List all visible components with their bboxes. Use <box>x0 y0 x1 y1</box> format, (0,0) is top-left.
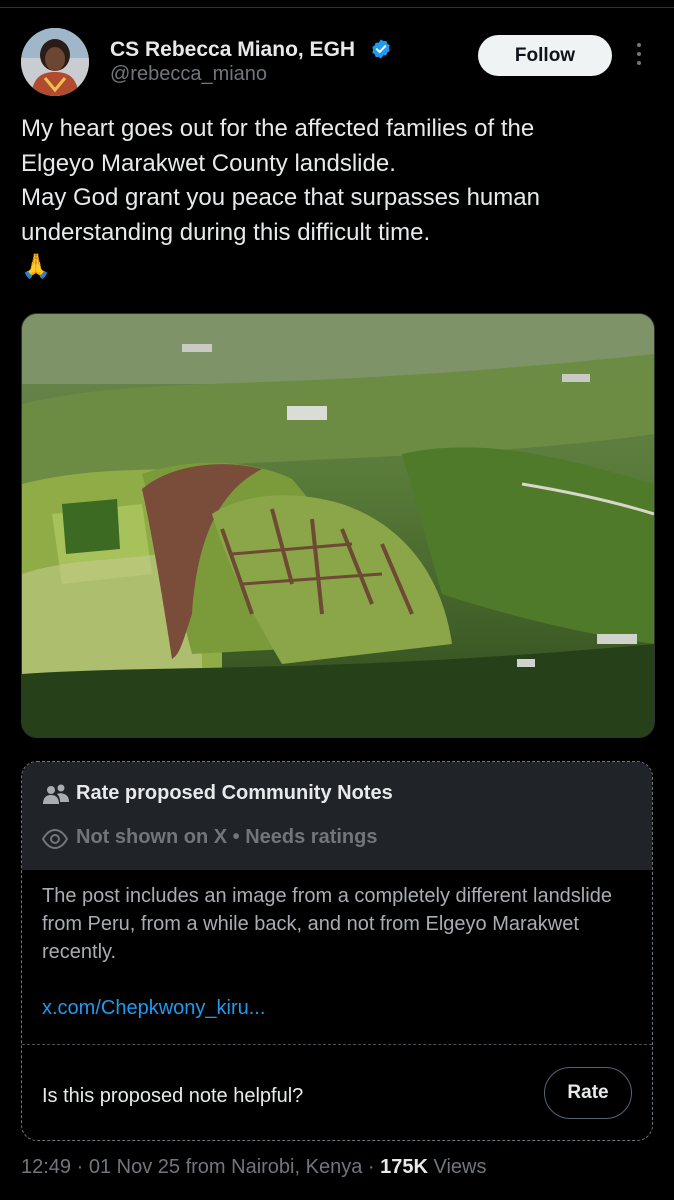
verified-badge-icon <box>372 39 390 59</box>
avatar[interactable] <box>21 28 89 96</box>
tweet-metadata: 12:49 · 01 Nov 25 from Nairobi, Kenya · … <box>21 1156 486 1179</box>
more-options-icon[interactable] <box>634 43 644 69</box>
rate-button[interactable]: Rate <box>544 1067 632 1119</box>
helpful-question: Is this proposed note helpful? <box>42 1085 304 1107</box>
community-note-divider <box>22 1044 652 1045</box>
tweet-date[interactable]: 01 Nov 25 <box>89 1156 180 1178</box>
tweet-line: 🙏 <box>21 253 51 280</box>
author-name[interactable]: CS Rebecca Miano, EGH <box>110 38 355 62</box>
tweet-line: Elgeyo Marakwet County landslide. <box>21 149 396 177</box>
author-handle[interactable]: @rebecca_miano <box>110 63 267 86</box>
tweet-location: from Nairobi, Kenya <box>185 1156 363 1178</box>
community-note-status: Not shown on X • Needs ratings <box>76 826 378 848</box>
tweet-text: My heart goes out for the affected famil… <box>21 112 651 285</box>
views-label: Views <box>433 1156 487 1178</box>
tweet-header: CS Rebecca Miano, EGH @rebecca_miano Fol… <box>0 0 674 110</box>
community-note-card: Rate proposed Community Notes Not shown … <box>21 761 653 1141</box>
meta-separator: · <box>367 1156 381 1178</box>
community-note-title: Rate proposed Community Notes <box>76 782 393 804</box>
community-note-header: Rate proposed Community Notes Not shown … <box>22 762 652 870</box>
community-note-link[interactable]: x.com/Chepkwony_kiru... <box>42 997 265 1020</box>
tweet-line: May God grant you peace that surpasses h… <box>21 184 540 211</box>
views-count[interactable]: 175K <box>380 1156 428 1178</box>
community-note-body: The post includes an image from a comple… <box>42 885 612 963</box>
tweet-line: understanding during this difficult time… <box>21 218 431 246</box>
follow-button[interactable]: Follow <box>478 35 612 76</box>
people-icon <box>43 784 69 804</box>
tweet-line: My heart goes out for the affected famil… <box>21 115 535 142</box>
landslide-photo[interactable] <box>21 313 655 738</box>
tweet-time[interactable]: 12:49 <box>21 1156 71 1178</box>
meta-separator: · <box>76 1156 89 1178</box>
eye-icon <box>42 828 68 850</box>
